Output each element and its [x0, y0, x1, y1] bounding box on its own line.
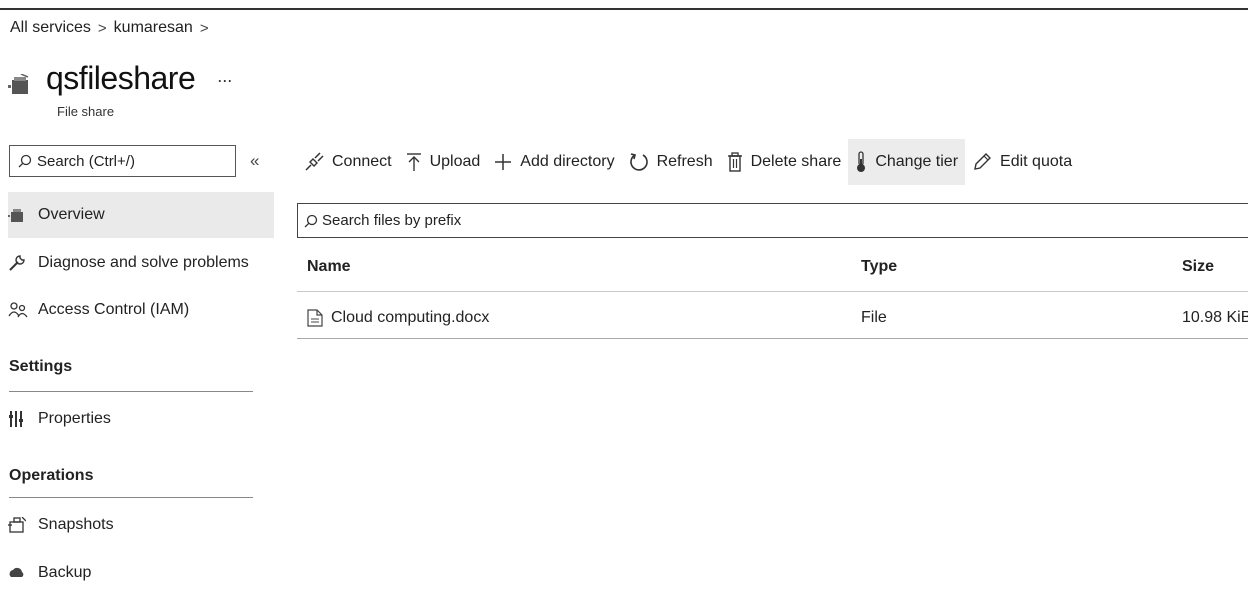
- trash-icon: [727, 152, 743, 172]
- search-icon: [18, 154, 32, 168]
- sidebar-item-properties[interactable]: Properties: [8, 396, 274, 442]
- search-icon: [304, 214, 318, 227]
- column-header-name[interactable]: Name: [307, 258, 351, 276]
- settings-divider: [9, 391, 253, 392]
- top-border: [0, 8, 1248, 10]
- row-divider: [297, 338, 1248, 339]
- snapshot-icon: [8, 517, 30, 533]
- file-row-name[interactable]: Cloud computing.docx: [307, 309, 489, 327]
- operations-divider: [9, 497, 253, 498]
- column-header-type[interactable]: Type: [861, 258, 897, 276]
- change-tier-button[interactable]: Change tier: [848, 139, 966, 185]
- command-bar: Connect Upload Add directory Refresh Del…: [297, 139, 1079, 185]
- sidebar-item-label: Diagnose and solve problems: [38, 254, 249, 271]
- sidebar-search-input[interactable]: Search (Ctrl+/): [9, 145, 236, 177]
- sidebar-item-label: Properties: [38, 410, 111, 427]
- operations-group-label: Operations: [9, 467, 94, 484]
- people-icon: [8, 302, 30, 318]
- file-name: Cloud computing.docx: [331, 309, 490, 326]
- breadcrumb-all-services[interactable]: All services: [10, 19, 91, 37]
- page-subtitle: File share: [57, 104, 115, 119]
- sidebar-item-access-control[interactable]: Access Control (IAM): [8, 287, 274, 333]
- breadcrumb-separator: >: [199, 19, 209, 37]
- upload-button[interactable]: Upload: [399, 139, 488, 185]
- plug-icon: [304, 152, 324, 172]
- file-share-icon: [8, 72, 32, 96]
- sidebar-item-label: Overview: [38, 206, 105, 223]
- file-share-icon: [8, 207, 30, 223]
- sidebar-item-label: Access Control (IAM): [38, 301, 190, 318]
- edit-quota-label: Edit quota: [1000, 153, 1073, 170]
- sidebar-item-snapshots[interactable]: Snapshots: [8, 502, 274, 548]
- document-icon: [307, 309, 323, 327]
- connect-label: Connect: [332, 153, 392, 170]
- header-divider: [297, 291, 1248, 292]
- sidebar-item-diagnose[interactable]: Diagnose and solve problems: [8, 240, 274, 286]
- file-row-size: 10.98 KiB: [1182, 309, 1248, 326]
- file-search-input[interactable]: Search files by prefix: [297, 203, 1248, 238]
- sidebar-item-label: Snapshots: [38, 516, 114, 533]
- column-header-size[interactable]: Size: [1182, 258, 1214, 276]
- delete-share-label: Delete share: [750, 153, 842, 170]
- collapse-sidebar-button[interactable]: «: [250, 151, 259, 171]
- add-directory-button[interactable]: Add directory: [487, 139, 621, 185]
- pencil-icon: [972, 152, 992, 172]
- refresh-icon: [629, 152, 649, 172]
- delete-share-button[interactable]: Delete share: [720, 139, 849, 185]
- properties-icon: [8, 410, 30, 428]
- upload-icon: [406, 152, 422, 172]
- sidebar-item-overview[interactable]: Overview: [8, 192, 274, 238]
- wrench-icon: [8, 254, 30, 272]
- breadcrumb-separator: >: [97, 19, 107, 37]
- edit-quota-button[interactable]: Edit quota: [965, 139, 1079, 185]
- thermometer-icon: [855, 151, 867, 173]
- breadcrumb-kumaresan[interactable]: kumaresan: [114, 19, 193, 37]
- refresh-button[interactable]: Refresh: [622, 139, 720, 185]
- page-title: qsfileshare: [46, 60, 196, 96]
- settings-group-label: Settings: [9, 358, 73, 375]
- sidebar-item-label: Backup: [38, 564, 92, 581]
- change-tier-label: Change tier: [875, 153, 959, 170]
- refresh-label: Refresh: [656, 153, 713, 170]
- connect-button[interactable]: Connect: [297, 139, 399, 185]
- file-row-type: File: [861, 309, 887, 326]
- breadcrumb: All services > kumaresan >: [10, 19, 216, 37]
- file-search-placeholder: Search files by prefix: [322, 212, 462, 229]
- backup-icon: [8, 565, 30, 581]
- page-header: qsfileshare ...: [8, 60, 232, 97]
- plus-icon: [494, 153, 512, 171]
- upload-label: Upload: [429, 153, 481, 170]
- sidebar-search-placeholder: Search (Ctrl+/): [37, 152, 135, 170]
- add-directory-label: Add directory: [520, 153, 615, 170]
- sidebar-item-backup[interactable]: Backup: [8, 550, 274, 596]
- more-options-button[interactable]: ...: [217, 66, 232, 87]
